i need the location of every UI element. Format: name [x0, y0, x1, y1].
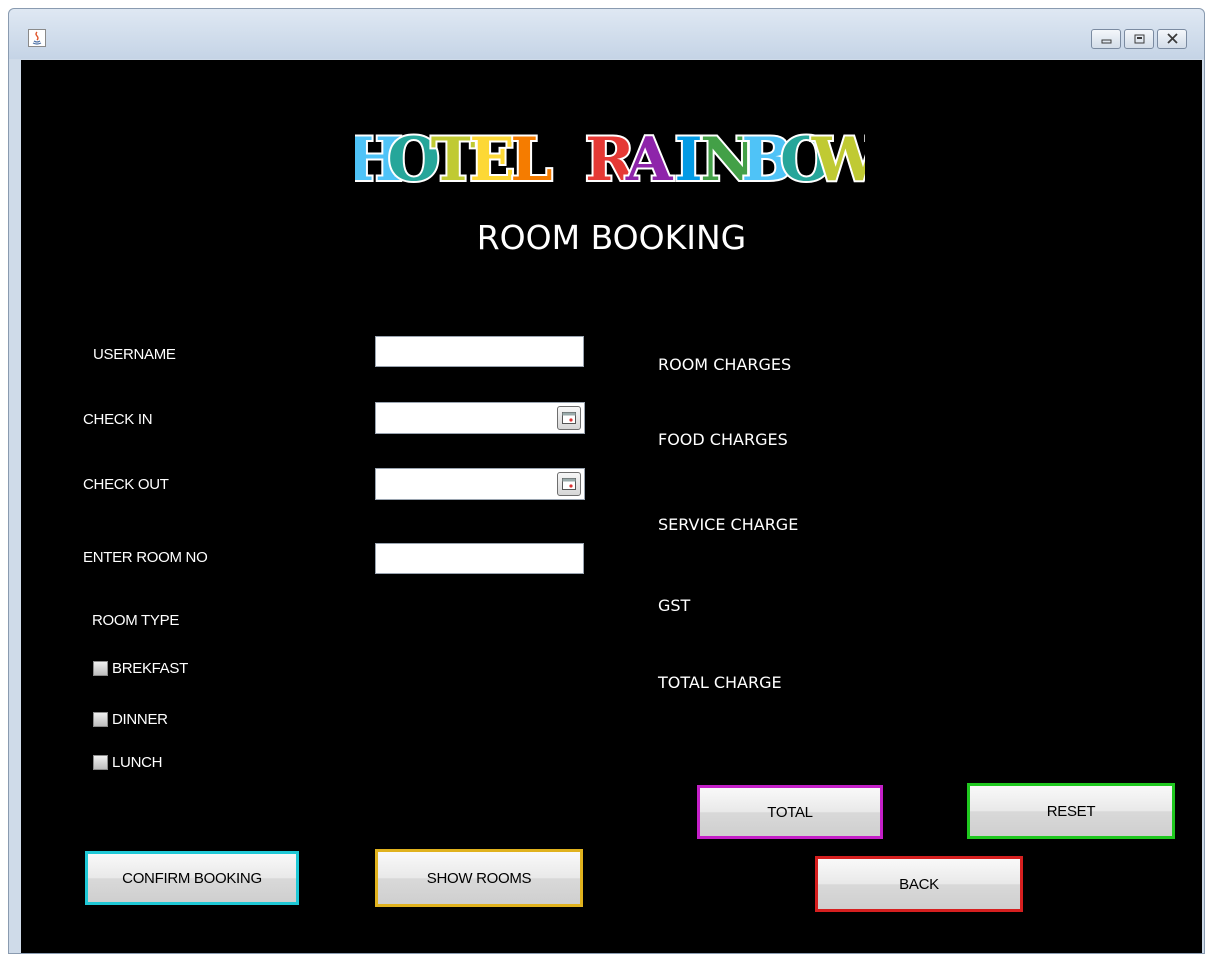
- check-in-label: CHECK IN: [83, 411, 153, 428]
- checkbox-label: LUNCH: [112, 754, 163, 771]
- back-button[interactable]: BACK: [815, 856, 1023, 912]
- confirm-booking-button-label: CONFIRM BOOKING: [122, 869, 262, 887]
- breakfast-checkbox[interactable]: BREKFAST: [93, 660, 188, 677]
- confirm-booking-button[interactable]: CONFIRM BOOKING: [85, 851, 299, 905]
- food-charges-label: FOOD CHARGES: [658, 430, 788, 449]
- checkbox-label: BREKFAST: [112, 660, 188, 677]
- room-type-label: ROOM TYPE: [92, 612, 180, 629]
- lunch-checkbox[interactable]: LUNCH: [93, 754, 162, 771]
- check-in-calendar-button[interactable]: [557, 406, 581, 430]
- page-title: ROOM BOOKING: [476, 218, 747, 257]
- back-button-label: BACK: [899, 875, 939, 893]
- reset-button[interactable]: RESET: [967, 783, 1175, 839]
- reset-button-label: RESET: [1046, 802, 1096, 820]
- room-no-label: ENTER ROOM NO: [83, 549, 208, 566]
- check-out-input[interactable]: [376, 469, 546, 499]
- calendar-icon: [562, 478, 576, 490]
- show-rooms-button-label: SHOW ROOMS: [426, 869, 532, 887]
- checkbox-box[interactable]: [93, 755, 108, 770]
- maximize-button[interactable]: [1124, 29, 1154, 49]
- minimize-button[interactable]: [1091, 29, 1121, 49]
- logo-letter: L: [510, 125, 552, 192]
- room-no-input[interactable]: [375, 543, 584, 574]
- total-button[interactable]: TOTAL: [697, 785, 883, 839]
- checkbox-label: DINNER: [112, 711, 168, 728]
- close-icon: [1167, 33, 1178, 44]
- service-charge-label: SERVICE CHARGE: [658, 515, 799, 534]
- checkbox-box[interactable]: [93, 661, 108, 676]
- check-out-label: CHECK OUT: [83, 476, 169, 493]
- check-out-date-picker[interactable]: [375, 468, 585, 500]
- close-button[interactable]: [1157, 29, 1187, 49]
- logo-letter: A: [625, 125, 674, 192]
- java-app-icon: [28, 29, 46, 47]
- total-button-label: TOTAL: [767, 803, 813, 821]
- total-charge-label: TOTAL CHARGE: [658, 673, 782, 692]
- minimize-icon: [1101, 39, 1112, 44]
- gst-label: GST: [658, 596, 691, 615]
- dinner-checkbox[interactable]: DINNER: [93, 711, 168, 728]
- room-charges-label: ROOM CHARGES: [658, 355, 792, 374]
- username-input[interactable]: [375, 336, 584, 367]
- booking-panel: HOTELRAINBOW ROOM BOOKING USERNAME CHECK…: [21, 60, 1202, 953]
- show-rooms-button[interactable]: SHOW ROOMS: [375, 849, 583, 907]
- check-out-calendar-button[interactable]: [557, 472, 581, 496]
- app-window: HOTELRAINBOW ROOM BOOKING USERNAME CHECK…: [8, 8, 1205, 954]
- logo-letter: I: [674, 125, 702, 192]
- check-in-input[interactable]: [376, 403, 546, 433]
- checkbox-box[interactable]: [93, 712, 108, 727]
- title-bar[interactable]: [9, 9, 1204, 59]
- username-label: USERNAME: [93, 346, 176, 363]
- calendar-icon: [562, 412, 576, 424]
- logo-letter: E: [469, 125, 515, 192]
- logo-letter: W: [811, 125, 865, 192]
- maximize-icon: [1134, 34, 1145, 44]
- check-in-date-picker[interactable]: [375, 402, 585, 434]
- hotel-rainbow-logo: HOTEL RA INBOW: [355, 123, 865, 192]
